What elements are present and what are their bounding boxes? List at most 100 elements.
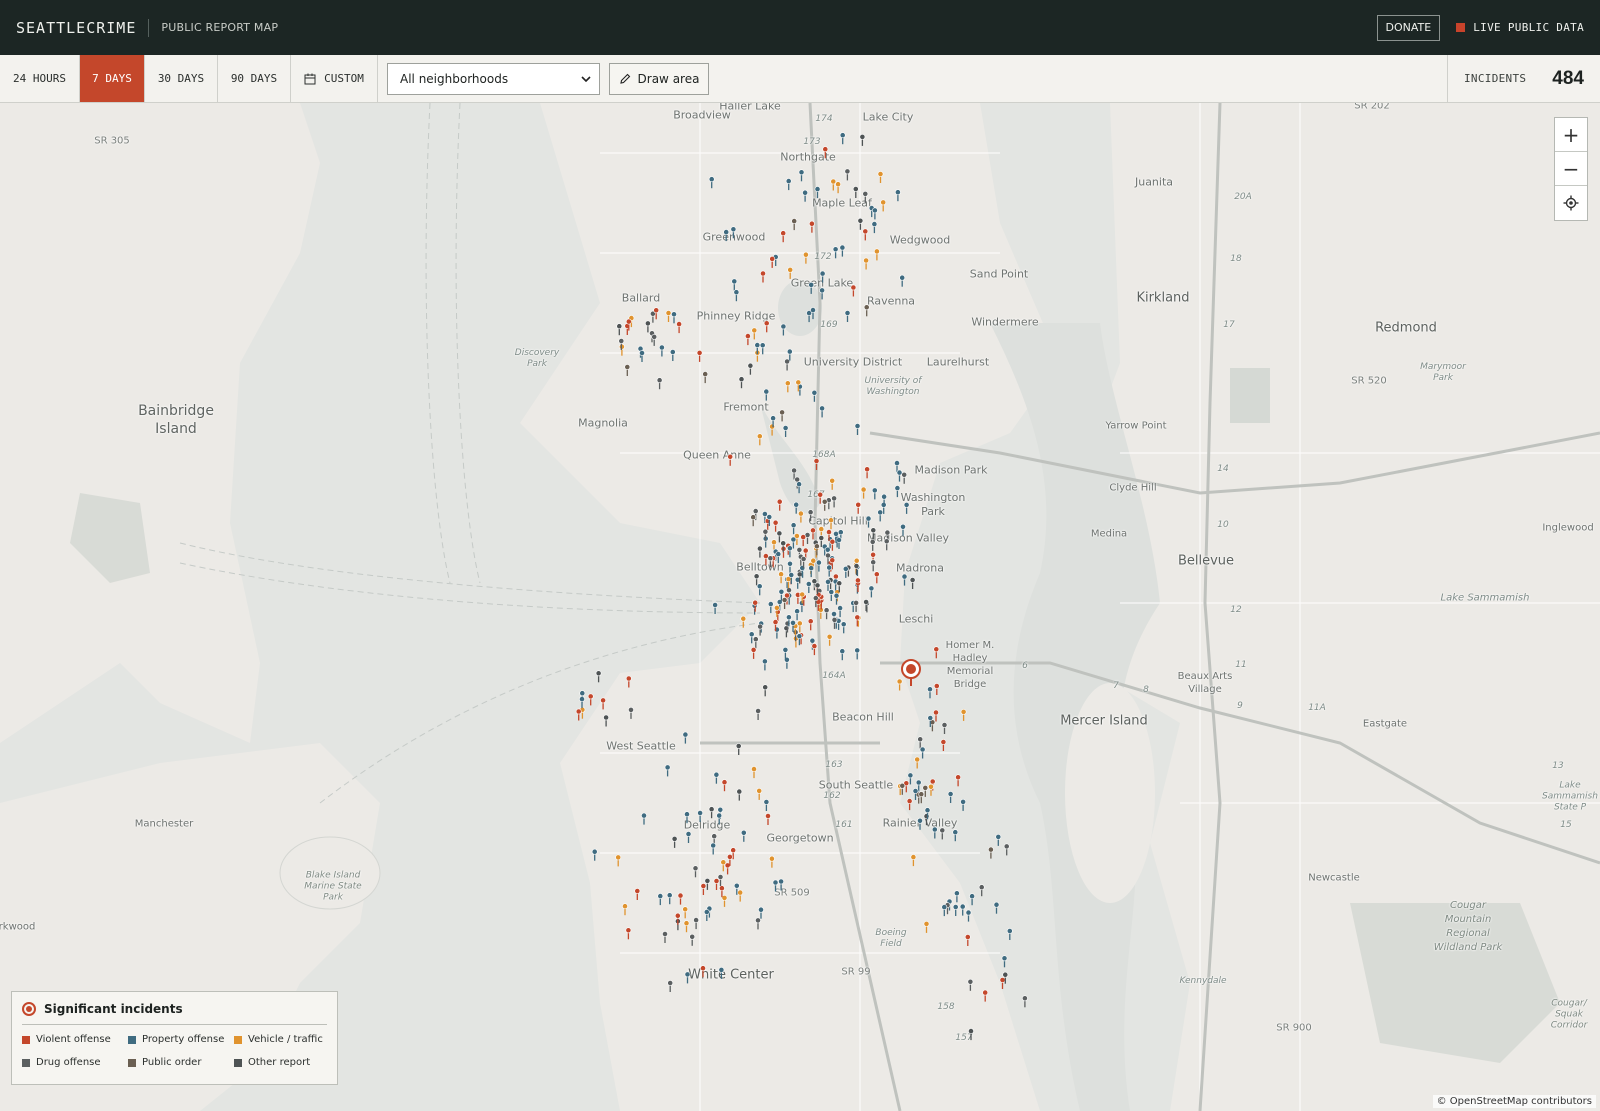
incident-pin[interactable] bbox=[650, 310, 656, 323]
crime-map[interactable]: Haller Lake Broadview Lake City Northgat… bbox=[0, 103, 1600, 1111]
incident-pin[interactable] bbox=[854, 614, 861, 627]
incident-pin[interactable] bbox=[852, 186, 859, 198]
incident-pin[interactable] bbox=[844, 310, 851, 322]
incident-pin[interactable] bbox=[927, 686, 933, 699]
incident-pin[interactable] bbox=[959, 903, 966, 916]
incident-pin[interactable] bbox=[778, 878, 784, 891]
incident-pin[interactable] bbox=[1003, 843, 1010, 856]
incident-pin[interactable] bbox=[894, 485, 901, 498]
incident-pin[interactable] bbox=[850, 284, 857, 297]
incident-pin[interactable] bbox=[982, 989, 989, 1002]
incident-pin[interactable] bbox=[787, 560, 793, 573]
incident-pin[interactable] bbox=[657, 893, 664, 906]
incident-pin[interactable] bbox=[896, 469, 903, 482]
incident-pin[interactable] bbox=[779, 409, 785, 422]
incident-pin[interactable] bbox=[712, 602, 718, 614]
zoom-in-button[interactable]: + bbox=[1555, 118, 1587, 152]
incident-pin[interactable] bbox=[941, 904, 948, 917]
incident-pin[interactable] bbox=[767, 555, 774, 568]
incident-pin[interactable] bbox=[854, 647, 861, 660]
incident-pin[interactable] bbox=[751, 766, 757, 779]
incident-pin[interactable] bbox=[669, 349, 676, 361]
incident-pin[interactable] bbox=[968, 1028, 974, 1041]
incident-pin[interactable] bbox=[833, 592, 840, 605]
incident-pin[interactable] bbox=[755, 917, 761, 930]
incident-pin[interactable] bbox=[903, 501, 910, 514]
incident-pin[interactable] bbox=[780, 323, 787, 336]
incident-pin[interactable] bbox=[940, 739, 947, 751]
incident-pin[interactable] bbox=[740, 615, 747, 628]
incident-pin[interactable] bbox=[988, 846, 994, 859]
incident-pin[interactable] bbox=[759, 342, 766, 355]
incident-pin[interactable] bbox=[752, 636, 759, 649]
custom-range-button[interactable]: CUSTOM bbox=[291, 55, 378, 102]
incident-pin[interactable] bbox=[736, 788, 743, 801]
incident-pin[interactable] bbox=[684, 971, 691, 984]
incident-pin[interactable] bbox=[810, 527, 816, 540]
range-24-hours-button[interactable]: 24 HOURS bbox=[0, 55, 80, 102]
incident-pin[interactable] bbox=[625, 927, 632, 940]
incident-pin[interactable] bbox=[901, 573, 908, 586]
incident-pin[interactable] bbox=[692, 865, 699, 878]
incident-pin[interactable] bbox=[793, 501, 800, 514]
incident-pin[interactable] bbox=[733, 289, 740, 302]
incident-pin[interactable] bbox=[756, 583, 763, 596]
incident-pin[interactable] bbox=[863, 257, 869, 270]
brand-logo[interactable]: SEATTLECRIME bbox=[16, 19, 136, 37]
incident-pin[interactable] bbox=[872, 207, 878, 220]
incident-pin[interactable] bbox=[780, 230, 787, 243]
incident-pin[interactable] bbox=[900, 523, 906, 536]
incident-pin[interactable] bbox=[823, 607, 830, 620]
incident-pin[interactable] bbox=[758, 906, 764, 919]
incident-pin[interactable] bbox=[829, 477, 836, 490]
incident-pin[interactable] bbox=[947, 791, 954, 803]
incident-pin[interactable] bbox=[805, 581, 812, 593]
incident-pin[interactable] bbox=[954, 890, 960, 903]
incident-pin[interactable] bbox=[854, 423, 861, 435]
incident-pin[interactable] bbox=[772, 879, 779, 892]
incident-pin[interactable] bbox=[837, 605, 843, 618]
incident-pin[interactable] bbox=[776, 530, 783, 543]
incident-pin[interactable] bbox=[751, 327, 758, 340]
incident-pin[interactable] bbox=[967, 978, 974, 991]
incident-pin[interactable] bbox=[995, 834, 1002, 846]
incident-pin[interactable] bbox=[700, 883, 707, 895]
incident-pin[interactable] bbox=[616, 323, 623, 336]
incident-pin[interactable] bbox=[933, 646, 940, 659]
incident-pin[interactable] bbox=[664, 764, 671, 777]
incident-pin[interactable] bbox=[656, 377, 663, 390]
incident-pin[interactable] bbox=[844, 168, 851, 181]
incident-pin[interactable] bbox=[814, 186, 821, 199]
incident-pin[interactable] bbox=[835, 181, 841, 194]
significant-incident-marker[interactable] bbox=[898, 657, 924, 687]
incident-pin[interactable] bbox=[762, 684, 769, 697]
incident-pin[interactable] bbox=[909, 577, 916, 589]
incident-pin[interactable] bbox=[819, 287, 825, 300]
incident-pin[interactable] bbox=[600, 697, 606, 710]
incident-pin[interactable] bbox=[1022, 995, 1028, 1008]
incident-pin[interactable] bbox=[871, 487, 878, 500]
incident-pin[interactable] bbox=[713, 878, 720, 890]
incident-pin[interactable] bbox=[682, 906, 689, 919]
incident-pin[interactable] bbox=[737, 889, 744, 902]
incident-pin[interactable] bbox=[874, 248, 880, 261]
incident-pin[interactable] bbox=[853, 599, 859, 612]
incident-pin[interactable] bbox=[641, 812, 647, 825]
incident-pin[interactable] bbox=[763, 320, 770, 333]
incident-pin[interactable] bbox=[917, 736, 924, 749]
incident-pin[interactable] bbox=[753, 573, 760, 586]
incident-pin[interactable] bbox=[819, 405, 825, 418]
incident-pin[interactable] bbox=[839, 132, 846, 145]
incident-pin[interactable] bbox=[671, 311, 677, 324]
incident-pin[interactable] bbox=[591, 848, 598, 861]
incident-pin[interactable] bbox=[941, 722, 948, 734]
incident-pin[interactable] bbox=[880, 199, 887, 212]
incident-pin[interactable] bbox=[969, 893, 975, 906]
map-attribution[interactable]: © OpenStreetMap contributors bbox=[1432, 1095, 1596, 1108]
incident-pin[interactable] bbox=[906, 798, 913, 811]
incident-pin[interactable] bbox=[760, 270, 766, 283]
incident-pin[interactable] bbox=[696, 349, 703, 362]
incident-pin[interactable] bbox=[702, 371, 709, 384]
incident-pin[interactable] bbox=[710, 842, 717, 855]
incident-pin[interactable] bbox=[716, 812, 723, 825]
